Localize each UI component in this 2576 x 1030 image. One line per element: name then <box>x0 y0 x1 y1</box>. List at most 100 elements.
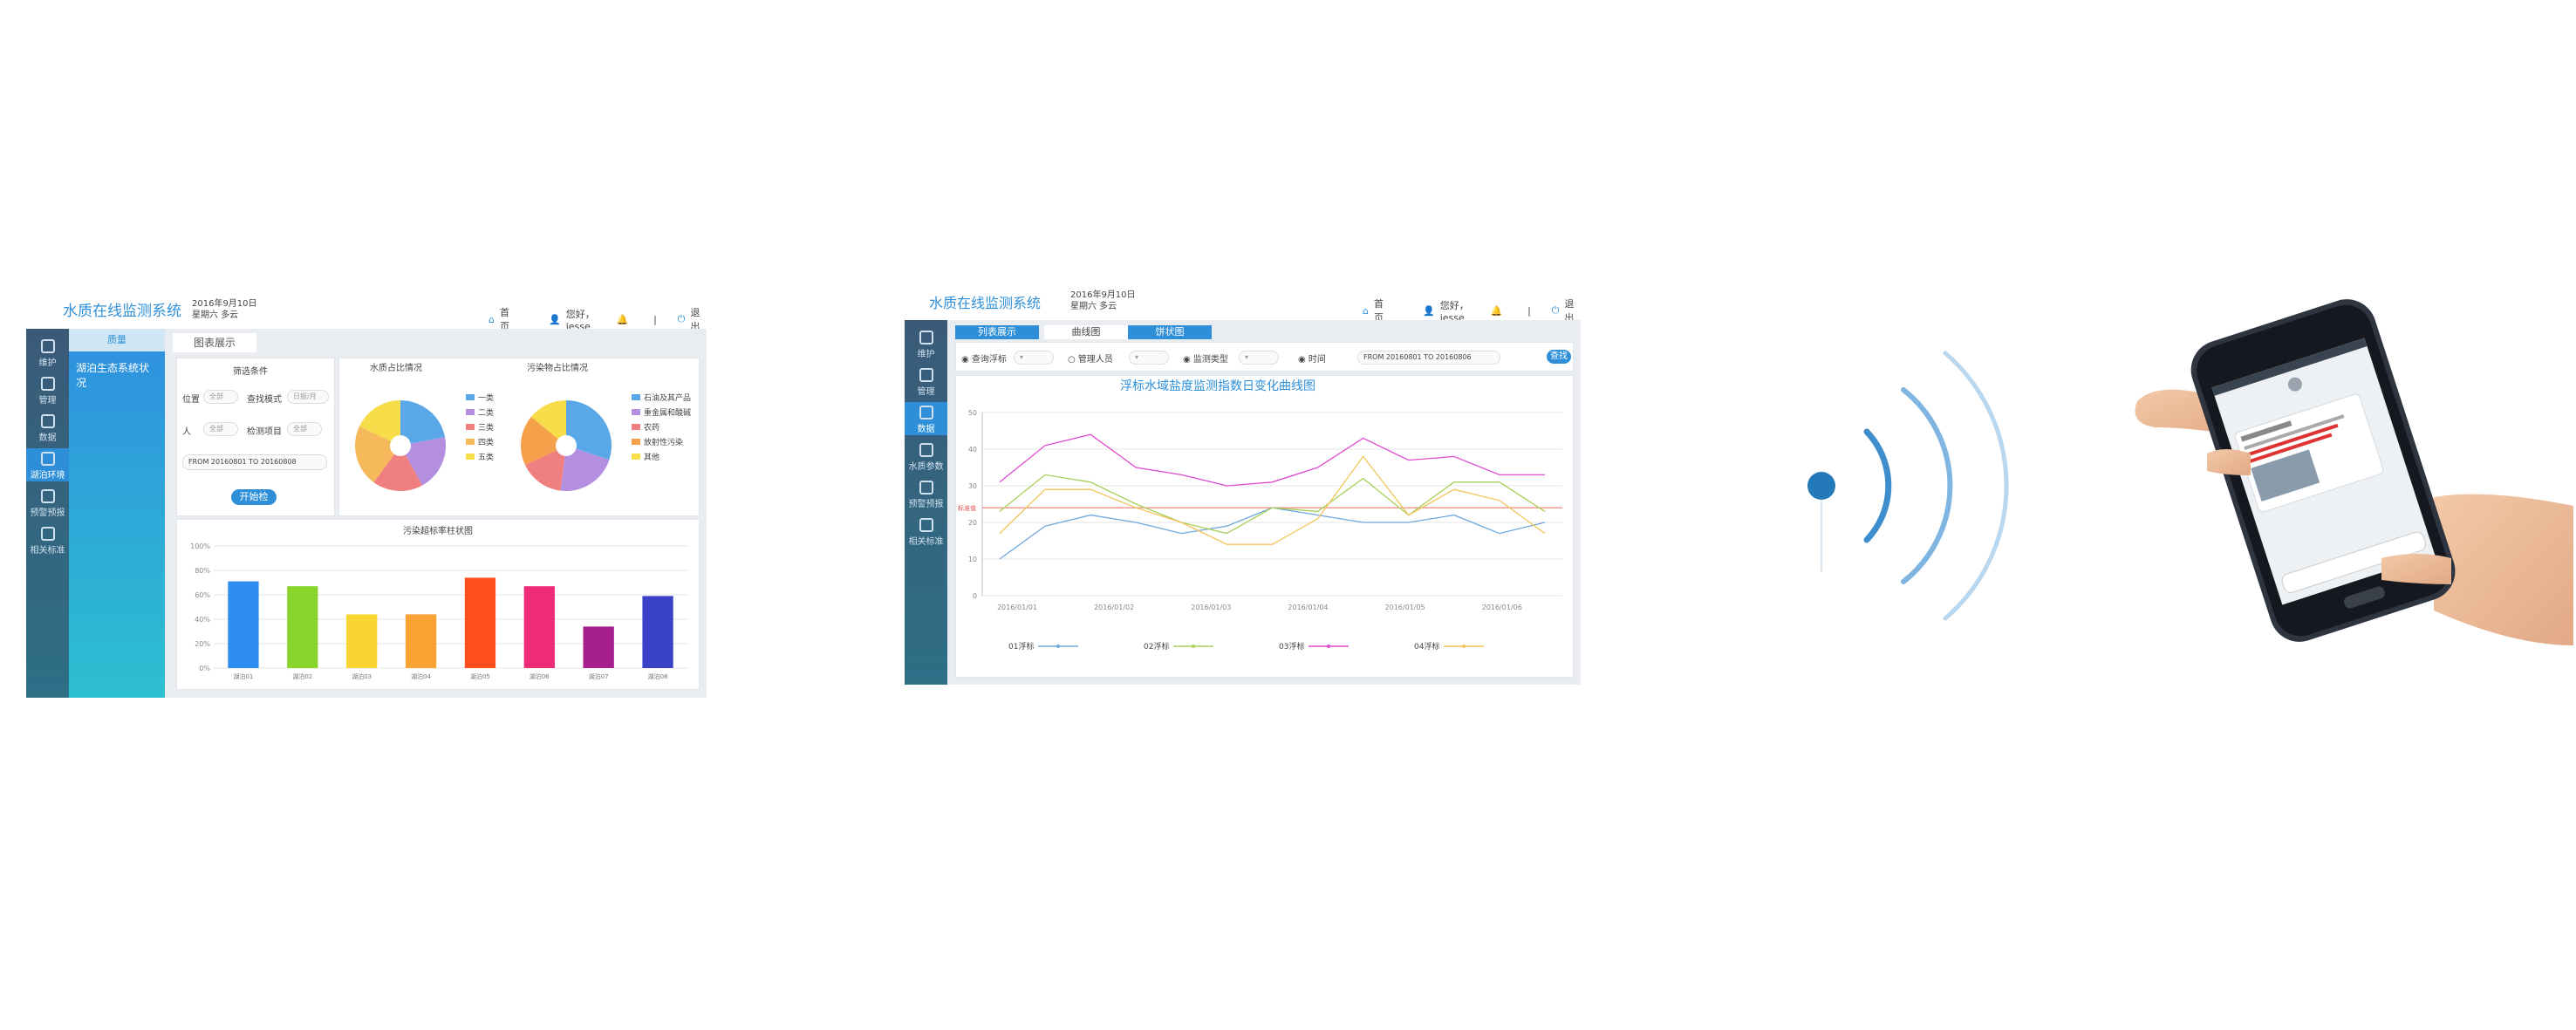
pie-title: 污染物占比情况 <box>527 362 588 373</box>
time-filter-label: 时间 <box>1308 355 1326 365</box>
weather-text: 星期六 多云 <box>1070 302 1117 311</box>
y-tick-label: 20 <box>968 519 977 527</box>
type-radio[interactable]: ◉ 监测类型 <box>1183 351 1228 365</box>
filter-title[interactable]: 筛选条件 <box>233 364 268 377</box>
date-text: 2016年9月10日 <box>192 299 257 309</box>
sidebar-item-3[interactable]: 湖泊环境 <box>26 448 69 481</box>
legend-label: 02浮标 <box>1144 641 1169 651</box>
person-select[interactable]: 全部 <box>203 422 238 436</box>
chart-title: 污染超标率柱状图 <box>403 525 473 536</box>
legend-marker <box>1327 645 1330 648</box>
app-title: 水质在线监测系统 <box>929 295 1042 311</box>
home-icon[interactable]: ⌂ <box>1363 305 1369 317</box>
signal-source-dot <box>1807 472 1835 500</box>
item-select[interactable]: 全部 <box>287 422 322 436</box>
sidebar-item-5[interactable]: 相关标准 <box>26 523 69 556</box>
sidebar-item-label: 管理 <box>917 387 935 397</box>
x-tick-label: 2016/01/04 <box>1288 604 1328 611</box>
y-tick-label: 40% <box>195 616 210 624</box>
power-icon[interactable]: ⏻ <box>1552 304 1560 317</box>
power-icon[interactable]: ⏻ <box>678 313 686 325</box>
tab-chart-display[interactable]: 图表展示 <box>173 333 256 352</box>
sidebar-item-1[interactable]: 管理 <box>26 373 69 406</box>
person-label: 人 <box>182 427 191 437</box>
sidebar-item-label: 相关标准 <box>908 537 944 547</box>
wrench-icon <box>919 331 933 344</box>
x-tick-label: 湖泊08 <box>648 672 668 680</box>
sidebar-item-1[interactable]: 管理 <box>905 365 947 398</box>
sidebar-item-label: 湖泊环境 <box>30 471 65 481</box>
x-tick-label: 湖泊04 <box>411 672 431 680</box>
search-button[interactable]: 查找 <box>1547 350 1571 364</box>
position-select[interactable]: 全部 <box>203 390 238 404</box>
date-text: 2016年9月10日 <box>1070 290 1136 300</box>
y-tick-label: 60% <box>195 591 210 599</box>
bar <box>464 577 496 668</box>
param-icon <box>919 443 933 457</box>
legend-label: 五类 <box>478 452 494 462</box>
bar <box>642 596 673 668</box>
standard-icon <box>40 527 55 541</box>
sidebar-item-2[interactable]: 数据 <box>905 402 947 435</box>
type-filter-label: 监测类型 <box>1192 355 1228 365</box>
series-line <box>999 507 1546 560</box>
y-tick-label: 0% <box>199 665 210 672</box>
subnav-header: 质量 <box>69 329 165 351</box>
bar <box>405 614 437 668</box>
sidebar-item-4[interactable]: 预警预报 <box>905 477 947 510</box>
sidebar-item-label: 预警预报 <box>30 508 65 518</box>
manager-radio[interactable]: ○ 管理人员 <box>1068 351 1113 365</box>
x-tick-label: 湖泊07 <box>589 672 609 680</box>
date-weather: 2016年9月10日 星期六 多云 <box>192 298 257 321</box>
start-button[interactable]: 开始检 <box>231 489 277 505</box>
sidebar-item-5[interactable]: 相关标准 <box>905 515 947 548</box>
user-icon: 👤 <box>1423 304 1435 317</box>
legend-label: 04浮标 <box>1414 641 1439 651</box>
pie-title: 水质占比情况 <box>370 362 422 373</box>
type-select[interactable]: ▾ <box>1239 351 1279 365</box>
phone-in-hand-graphic <box>2135 299 2573 645</box>
sidebar-item-0[interactable]: 维护 <box>905 327 947 360</box>
buoy-radio[interactable]: ◉ 查询浮标 <box>961 351 1007 365</box>
bell-icon[interactable]: 🔔 <box>1490 305 1502 317</box>
sidebar-item-2[interactable]: 数据 <box>26 411 69 444</box>
finger <box>2207 449 2251 475</box>
alert-icon <box>919 481 933 495</box>
date-range-input[interactable]: FROM 20160801 TO 20160806 <box>1357 351 1500 365</box>
bar-chart: 污染超标率柱状图 0% 20% 40% 60% 80% 100% 湖泊01 湖泊02 湖泊03 湖泊… <box>190 525 687 680</box>
home-icon[interactable]: ⌂ <box>489 314 495 325</box>
y-tick-label: 20% <box>195 640 210 648</box>
legend-swatch <box>466 424 475 430</box>
bell-icon[interactable]: 🔔 <box>616 314 628 325</box>
legend-swatch <box>632 439 640 445</box>
legend-marker <box>1192 645 1195 648</box>
sidebar-item-3[interactable]: 水质参数 <box>905 440 947 473</box>
time-radio[interactable]: ◉ 时间 <box>1298 351 1326 365</box>
sidebar-item-label: 预警预报 <box>908 500 944 509</box>
mode-select[interactable]: 日报/月 <box>287 390 329 404</box>
legend-label: 石油及其产品 <box>644 392 691 403</box>
x-tick-label: 2016/01/06 <box>1482 604 1522 611</box>
x-tick-label: 湖泊02 <box>292 672 312 680</box>
buoy-select[interactable]: ▾ <box>1014 351 1054 365</box>
date-weather: 2016年9月10日 星期六 多云 <box>1070 290 1136 312</box>
x-tick-label: 湖泊06 <box>530 672 550 680</box>
legend-label: 三类 <box>478 422 494 433</box>
subnav-item-lake[interactable]: 湖泊生态系统状况 <box>69 351 165 399</box>
manager-select[interactable]: ▾ <box>1129 351 1169 365</box>
pie-hole <box>556 435 577 456</box>
date-range-input[interactable]: FROM 20160801 TO 20160808 <box>182 454 327 470</box>
sidebar-item-0[interactable]: 维护 <box>26 336 69 369</box>
item-label: 检测项目 <box>247 427 282 437</box>
x-tick-label: 湖泊05 <box>470 672 490 680</box>
sidebar-item-4[interactable]: 预警预报 <box>26 486 69 519</box>
user-icon: 👤 <box>549 313 561 325</box>
standard-icon <box>919 518 933 532</box>
tab-line[interactable]: 曲线图 <box>1044 325 1128 339</box>
tab-list[interactable]: 列表展示 <box>955 325 1039 339</box>
x-tick-label: 2016/01/05 <box>1385 604 1425 611</box>
legend-label: 四类 <box>478 437 494 447</box>
tab-pie[interactable]: 饼状图 <box>1128 325 1212 339</box>
legend-label: 二类 <box>478 407 494 418</box>
chart-title: 浮标水域盐度监测指数日变化曲线图 <box>1120 379 1315 393</box>
